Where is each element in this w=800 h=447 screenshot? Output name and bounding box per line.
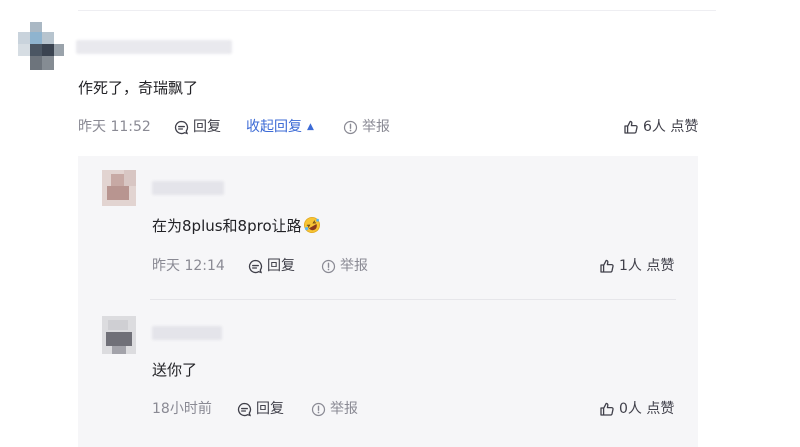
reply-button[interactable]: 回复: [174, 117, 221, 137]
username[interactable]: [152, 326, 222, 340]
report-label: 举报: [362, 119, 390, 135]
reply-time: 昨天 12:14: [152, 258, 225, 274]
report-icon: [343, 120, 358, 134]
reply-label: 回复: [267, 258, 295, 274]
report-label: 举报: [330, 401, 358, 417]
top-divider: [78, 10, 716, 11]
report-button[interactable]: 举报: [343, 117, 390, 137]
reply-icon: [174, 120, 189, 134]
comment-content: 作死了，奇瑞飘了: [78, 79, 199, 97]
report-button[interactable]: 举报: [321, 256, 368, 276]
report-icon: [321, 259, 336, 273]
like-count: 6人 点赞: [643, 119, 699, 135]
reply-time: 18小时前: [152, 401, 212, 417]
like-count: 1人 点赞: [619, 258, 675, 274]
avatar[interactable]: [102, 316, 136, 354]
rolling-on-floor-laughing-emoji: [303, 216, 321, 234]
reply-icon: [248, 259, 263, 273]
report-icon: [311, 402, 326, 416]
like-button[interactable]: 0人 点赞: [599, 399, 674, 419]
avatar[interactable]: [102, 170, 136, 206]
reply-icon: [237, 402, 252, 416]
reply-label: 回复: [256, 401, 284, 417]
reply-label: 回复: [193, 119, 221, 135]
reply-content: 送你了: [152, 361, 198, 379]
reply-button[interactable]: 回复: [248, 256, 295, 276]
username[interactable]: [152, 181, 224, 195]
thumbs-up-icon: [624, 120, 638, 134]
avatar[interactable]: [18, 22, 64, 70]
collapse-label: 收起回复: [246, 119, 302, 135]
thumbs-up-icon: [600, 259, 614, 273]
reply-divider: [150, 299, 676, 300]
report-label: 举报: [340, 258, 368, 274]
collapse-replies-button[interactable]: 收起回复 ▲: [246, 117, 314, 137]
reply-content: 在为8plus和8pro让路: [152, 216, 321, 236]
reply-text: 在为8plus和8pro让路: [152, 217, 302, 235]
like-count: 0人 点赞: [619, 401, 675, 417]
comment-time: 昨天 11:52: [78, 119, 151, 135]
like-button[interactable]: 1人 点赞: [599, 256, 674, 276]
report-button[interactable]: 举报: [311, 399, 358, 419]
thumbs-up-icon: [600, 402, 614, 416]
reply-button[interactable]: 回复: [237, 399, 284, 419]
like-button[interactable]: 6人 点赞: [623, 117, 698, 137]
username[interactable]: [76, 40, 232, 54]
caret-up-icon: ▲: [307, 122, 314, 132]
